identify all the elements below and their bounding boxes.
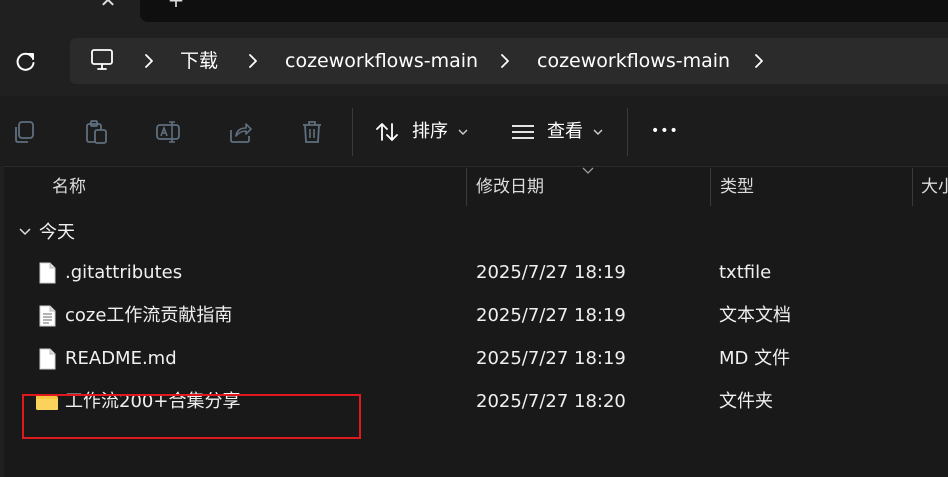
highlight-box	[22, 394, 361, 439]
file-type: MD 文件	[719, 348, 791, 369]
tab-strip	[140, 0, 948, 22]
view-icon[interactable]	[510, 118, 536, 146]
file-name[interactable]: coze工作流贡献指南	[65, 305, 232, 327]
new-tab-icon[interactable]: +	[166, 0, 186, 10]
sort-dropdown-chevron-icon[interactable]	[458, 128, 468, 136]
file-icon	[39, 348, 56, 370]
breadcrumb-downloads[interactable]: 下载	[180, 49, 218, 73]
file-icon	[39, 262, 56, 284]
group-collapse-chevron-icon[interactable]	[18, 227, 32, 237]
file-modified: 2025/7/27 18:19	[476, 348, 626, 369]
file-type: 文件夹	[719, 391, 773, 412]
close-tab-icon[interactable]: ✕	[96, 0, 120, 10]
breadcrumb-folder-1[interactable]: cozeworkflows-main	[285, 49, 478, 73]
column-header-modified[interactable]: 修改日期	[476, 176, 544, 198]
this-pc-icon[interactable]	[90, 48, 114, 72]
file-modified: 2025/7/27 18:19	[476, 262, 626, 283]
view-dropdown-chevron-icon[interactable]	[593, 128, 603, 136]
column-divider[interactable]	[466, 168, 467, 206]
breadcrumb-chevron-icon[interactable]	[752, 51, 766, 71]
file-type: txtfile	[719, 262, 772, 283]
file-modified: 2025/7/27 18:20	[476, 391, 626, 412]
group-header-today[interactable]: 今天	[39, 222, 75, 244]
sort-button[interactable]: 排序	[412, 121, 448, 143]
copy-icon[interactable]	[11, 118, 37, 146]
command-bar	[0, 96, 948, 167]
breadcrumb-folder-2[interactable]: cozeworkflows-main	[537, 49, 730, 73]
view-button[interactable]: 查看	[547, 121, 583, 143]
column-divider[interactable]	[912, 168, 913, 206]
file-name[interactable]: README.md	[65, 348, 177, 370]
column-header-type[interactable]: 类型	[720, 176, 754, 198]
left-scroll-gutter	[0, 166, 4, 477]
column-header-name[interactable]: 名称	[52, 176, 86, 198]
breadcrumb-chevron-icon[interactable]	[498, 51, 512, 71]
breadcrumb-chevron-icon[interactable]	[142, 51, 156, 71]
file-name[interactable]: .gitattributes	[65, 262, 182, 284]
sort-indicator-icon	[582, 167, 594, 174]
column-divider[interactable]	[710, 168, 711, 206]
rename-icon[interactable]	[155, 118, 181, 146]
file-type: 文本文档	[719, 305, 791, 326]
breadcrumb-chevron-icon[interactable]	[246, 51, 260, 71]
toolbar-divider	[627, 108, 628, 156]
more-options-button[interactable]: •••	[651, 120, 679, 142]
refresh-button[interactable]	[12, 48, 40, 76]
column-header-size[interactable]: 大小	[921, 176, 948, 198]
toolbar-divider	[352, 108, 353, 156]
share-icon[interactable]	[227, 118, 253, 146]
paste-icon[interactable]	[83, 118, 109, 146]
delete-icon[interactable]	[299, 118, 325, 146]
text-file-icon	[39, 305, 56, 327]
file-modified: 2025/7/27 18:19	[476, 305, 626, 326]
sort-icon[interactable]	[374, 118, 400, 146]
refresh-icon	[16, 52, 35, 71]
